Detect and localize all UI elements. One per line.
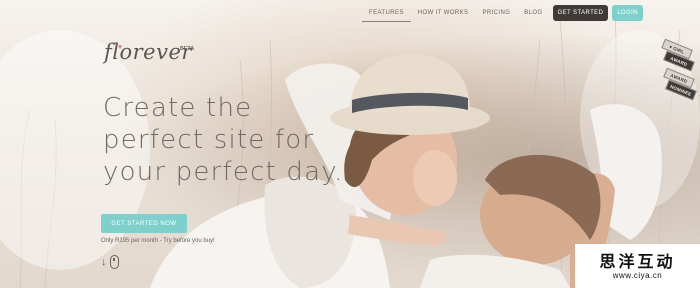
site-logo[interactable]: ♥ florever BETA [104, 40, 194, 76]
scroll-down-indicator[interactable]: ↓ [101, 255, 119, 269]
mouse-icon [109, 255, 119, 269]
watermark-chinese-text: 思洋互动 [599, 251, 676, 271]
watermark: 思洋互动 www.ciya.cn [575, 244, 700, 288]
headline-line-3: your perfect day. [103, 157, 344, 187]
get-started-button[interactable]: GET STARTED [552, 5, 609, 21]
nav-item-features[interactable]: FEATURES [362, 5, 411, 22]
get-started-now-button[interactable]: GET STARTED NOW [101, 214, 187, 233]
nav-item-blog[interactable]: BLOG [517, 5, 549, 21]
heart-icon: ♥ [118, 44, 123, 51]
beta-label: BETA [180, 46, 195, 52]
price-text: Only R195 per month - Try before you buy… [101, 238, 215, 244]
watermark-url: www.ciya.cn [612, 270, 663, 280]
headline-line-1: Create the [103, 93, 253, 123]
nav-item-pricing[interactable]: PRICING [475, 5, 517, 21]
headline-line-2: perfect site for [103, 125, 315, 155]
login-button[interactable]: LOGIN [612, 5, 643, 21]
arrow-down-icon: ↓ [101, 256, 107, 268]
hero-headline: Create the perfect site for your perfect… [103, 92, 363, 188]
nav-item-how-it-works[interactable]: HOW IT WORKS [411, 5, 476, 21]
top-nav: FEATURES HOW IT WORKS PRICING BLOG GET S… [362, 5, 643, 22]
